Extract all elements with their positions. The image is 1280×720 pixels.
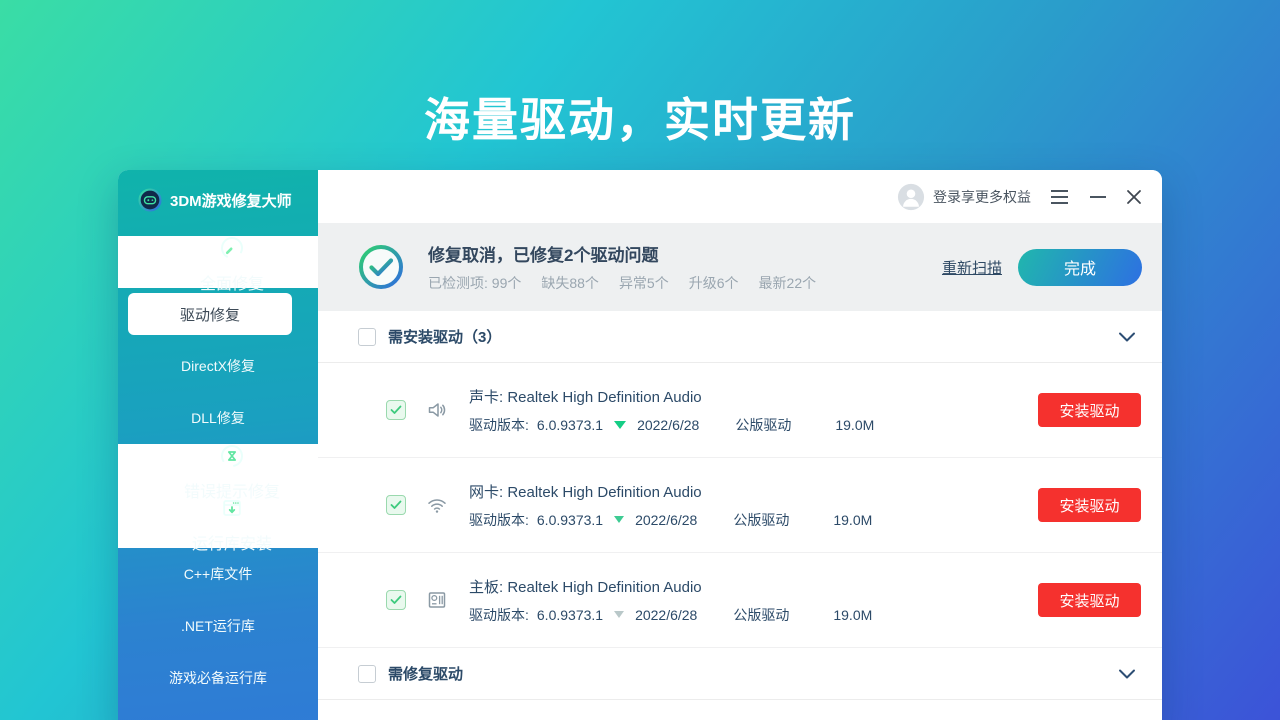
driver-date: 2022/6/28 <box>635 512 697 528</box>
gamepad-logo-icon <box>138 188 162 212</box>
driver-edition: 公版驱动 <box>733 510 789 530</box>
sidebar-item-error-repair[interactable]: 错误提示修复 <box>118 444 318 496</box>
sidebar-item-runtime-install[interactable]: 运行库安装 <box>118 496 318 548</box>
sidebar-item-driver-repair[interactable]: 驱动修复 <box>128 293 292 335</box>
scan-result-title: 修复取消，已修复2个驱动问题 <box>428 241 942 266</box>
driver-edition: 公版驱动 <box>735 415 791 435</box>
main-panel: 登录享更多权益 <box>318 170 1162 720</box>
version-dropdown-icon[interactable] <box>614 611 624 618</box>
section-install-drivers: 需安装驱动（3） <box>318 311 1162 363</box>
driver-name: 声卡: Realtek High Definition Audio <box>469 386 1038 407</box>
stat-latest: 最新22个 <box>759 273 817 293</box>
stat-upgradable: 升级6个 <box>689 273 739 293</box>
window-topbar: 登录享更多权益 <box>318 170 1162 223</box>
driver-name: 主板: Realtek High Definition Audio <box>469 576 1038 597</box>
install-driver-button[interactable]: 安装驱动 <box>1038 393 1141 427</box>
install-driver-button[interactable]: 安装驱动 <box>1038 488 1141 522</box>
sidebar-item-full-repair[interactable]: 全面修复 <box>118 236 318 288</box>
select-all-repair-checkbox[interactable] <box>358 665 376 683</box>
sidebar-item-label: .NET运行库 <box>181 616 255 636</box>
motherboard-icon <box>425 588 449 612</box>
error-x-icon <box>220 444 244 468</box>
install-driver-button[interactable]: 安装驱动 <box>1038 583 1141 617</box>
wifi-icon <box>425 493 449 517</box>
section-title: 需安装驱动（3） <box>388 326 1118 347</box>
section-repair-drivers: 需修复驱动 <box>318 648 1162 700</box>
version-dropdown-icon[interactable] <box>614 516 624 523</box>
app-window: 3DM游戏修复大师 全面修复 驱动修复 DirectX修复 <box>118 170 1162 720</box>
driver-row: 网卡: Realtek High Definition Audio 驱动版本: … <box>318 458 1162 553</box>
list-overflow <box>318 700 1162 720</box>
sidebar-item-dotnet-runtime[interactable]: .NET运行库 <box>118 600 318 652</box>
driver-date: 2022/6/28 <box>637 417 699 433</box>
driver-checkbox[interactable] <box>386 400 406 420</box>
sidebar-item-label: DLL修复 <box>191 408 245 428</box>
scan-summary: 修复取消，已修复2个驱动问题 已检测项: 99个 缺失88个 异常5个 升级6个… <box>428 241 942 293</box>
sidebar-item-dll-repair[interactable]: DLL修复 <box>118 392 318 444</box>
driver-version-label: 驱动版本: <box>469 415 529 435</box>
driver-size: 19.0M <box>833 607 872 623</box>
driver-row: 主板: Realtek High Definition Audio 驱动版本: … <box>318 553 1162 648</box>
driver-version-label: 驱动版本: <box>469 605 529 625</box>
sidebar-item-label: 游戏必备运行库 <box>169 668 267 688</box>
sidebar-item-directx-repair[interactable]: DirectX修复 <box>118 340 318 392</box>
driver-version: 6.0.9373.1 <box>537 512 603 528</box>
chevron-down-icon[interactable] <box>1118 668 1136 680</box>
menu-icon[interactable] <box>1051 190 1068 204</box>
driver-meta: 驱动版本: 6.0.9373.1 2022/6/28 公版驱动 19.0M <box>469 415 1038 435</box>
version-dropdown-icon[interactable] <box>614 421 626 429</box>
driver-checkbox[interactable] <box>386 495 406 515</box>
driver-size: 19.0M <box>835 417 874 433</box>
page-background: 海量驱动，实时更新 3DM游戏修复大师 <box>0 0 1280 720</box>
page-title: 海量驱动，实时更新 <box>0 84 1280 150</box>
sidebar-menu: 全面修复 驱动修复 DirectX修复 DLL修复 错误提示修复 <box>118 236 318 704</box>
chevron-down-icon[interactable] <box>1118 331 1136 343</box>
login-link[interactable]: 登录享更多权益 <box>933 187 1031 207</box>
minimize-button[interactable] <box>1090 196 1106 198</box>
speaker-icon <box>425 398 449 422</box>
sidebar-item-label: 驱动修复 <box>180 304 240 325</box>
driver-info: 声卡: Realtek High Definition Audio 驱动版本: … <box>469 386 1038 435</box>
driver-meta: 驱动版本: 6.0.9373.1 2022/6/28 公版驱动 19.0M <box>469 605 1038 625</box>
driver-version-label: 驱动版本: <box>469 510 529 530</box>
driver-version: 6.0.9373.1 <box>537 607 603 623</box>
driver-info: 网卡: Realtek High Definition Audio 驱动版本: … <box>469 481 1038 530</box>
driver-edition: 公版驱动 <box>733 605 789 625</box>
section-title: 需修复驱动 <box>388 663 1118 684</box>
sidebar-item-label: 全面修复 <box>200 270 264 294</box>
close-button[interactable] <box>1126 189 1142 205</box>
done-button[interactable]: 完成 <box>1018 249 1142 286</box>
stat-abnormal: 异常5个 <box>619 273 669 293</box>
app-name: 3DM游戏修复大师 <box>170 190 292 211</box>
select-all-install-checkbox[interactable] <box>358 328 376 346</box>
driver-checkbox[interactable] <box>386 590 406 610</box>
driver-list: 需安装驱动（3） <box>318 311 1162 720</box>
runtime-download-icon <box>220 496 244 520</box>
sidebar: 3DM游戏修复大师 全面修复 驱动修复 DirectX修复 <box>118 170 318 720</box>
wrench-icon <box>220 236 244 260</box>
stat-detected: 已检测项: 99个 <box>428 273 521 293</box>
driver-date: 2022/6/28 <box>635 607 697 623</box>
driver-row: 声卡: Realtek High Definition Audio 驱动版本: … <box>318 363 1162 458</box>
rescan-link[interactable]: 重新扫描 <box>942 257 1002 278</box>
avatar[interactable] <box>897 183 925 211</box>
sidebar-item-cpp-library[interactable]: C++库文件 <box>118 548 318 600</box>
driver-info: 主板: Realtek High Definition Audio 驱动版本: … <box>469 576 1038 625</box>
sidebar-item-label: DirectX修复 <box>181 356 255 376</box>
driver-meta: 驱动版本: 6.0.9373.1 2022/6/28 公版驱动 19.0M <box>469 510 1038 530</box>
check-circle-icon <box>358 244 404 290</box>
stat-missing: 缺失88个 <box>541 273 599 293</box>
sidebar-item-label: 运行库安装 <box>192 530 272 554</box>
driver-size: 19.0M <box>833 512 872 528</box>
driver-version: 6.0.9373.1 <box>537 417 603 433</box>
sidebar-item-game-runtime[interactable]: 游戏必备运行库 <box>118 652 318 704</box>
scan-stats: 已检测项: 99个 缺失88个 异常5个 升级6个 最新22个 <box>428 273 942 293</box>
sidebar-item-label: C++库文件 <box>184 564 252 584</box>
driver-name: 网卡: Realtek High Definition Audio <box>469 481 1038 502</box>
app-logo: 3DM游戏修复大师 <box>118 184 318 216</box>
scan-summary-bar: 修复取消，已修复2个驱动问题 已检测项: 99个 缺失88个 异常5个 升级6个… <box>318 223 1162 311</box>
